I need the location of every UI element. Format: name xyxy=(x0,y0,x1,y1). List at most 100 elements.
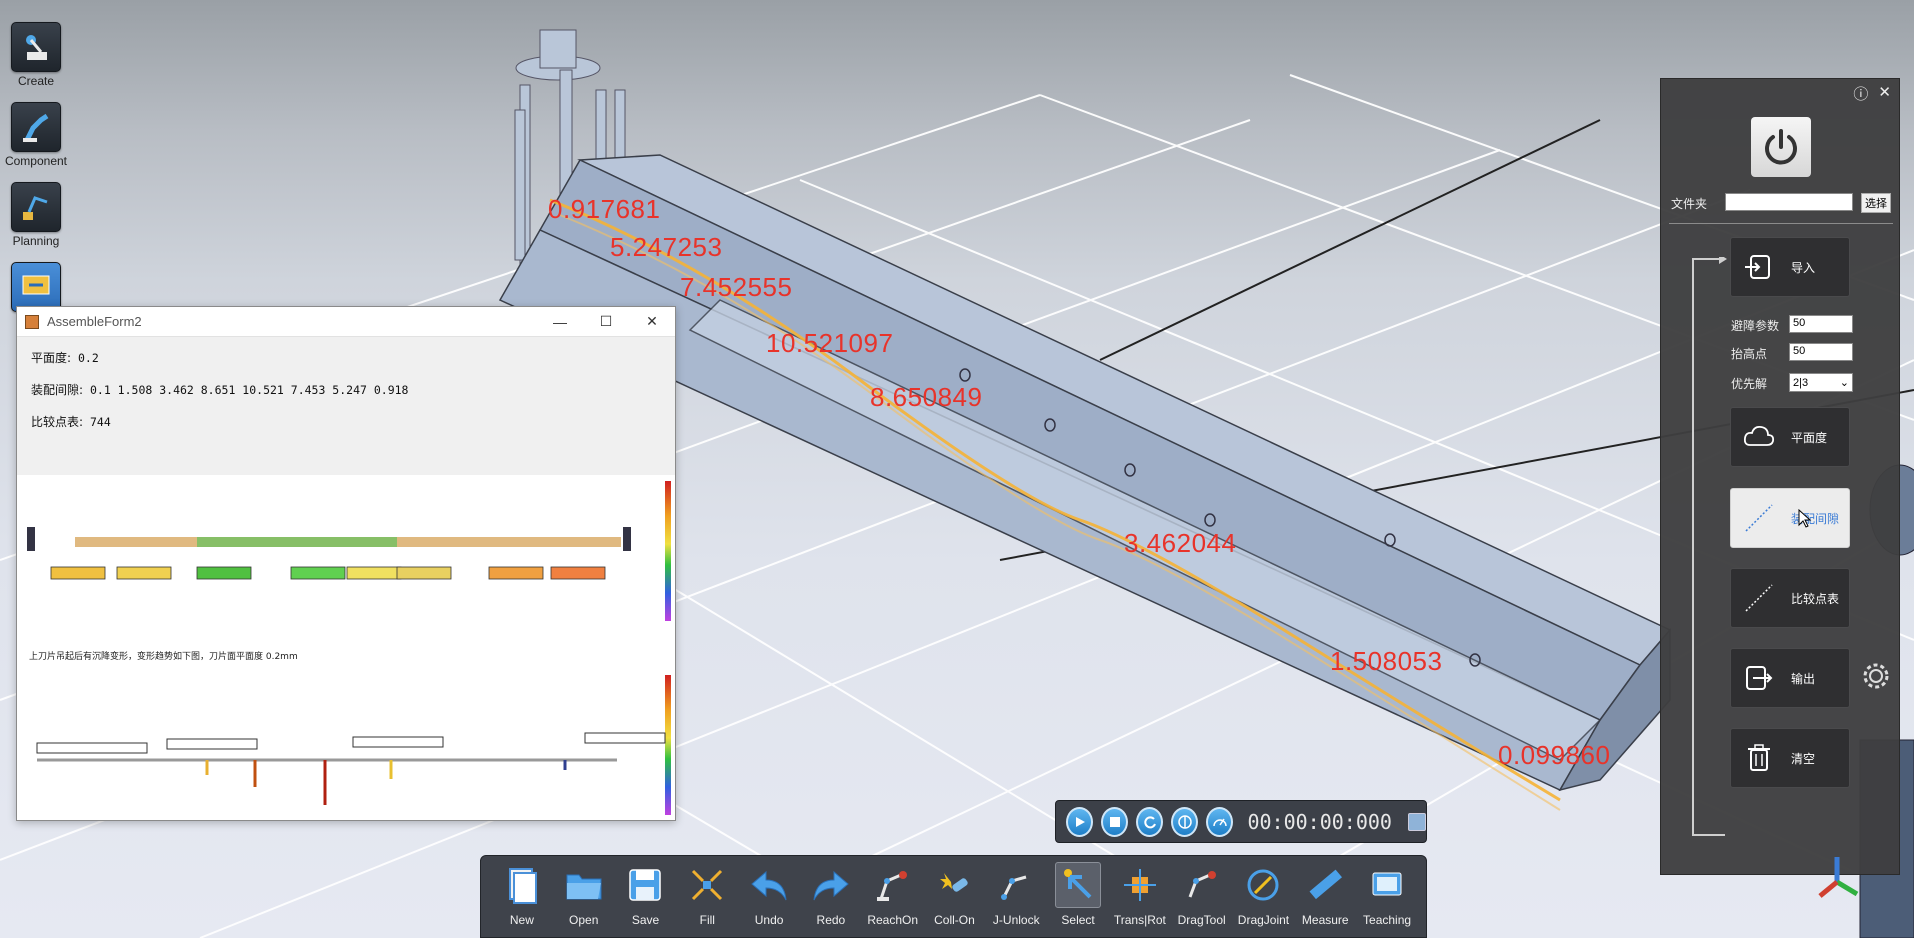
speed-button[interactable] xyxy=(1206,806,1234,837)
sidebar-item-component[interactable]: Component xyxy=(0,102,72,168)
fill-icon xyxy=(684,862,730,908)
sidebar-item-planning[interactable]: Planning xyxy=(0,182,72,248)
assembly-gap-button[interactable]: 装配间隙 xyxy=(1730,488,1850,548)
drag-tool-icon xyxy=(1179,862,1225,908)
gap-values: 0.1 1.508 3.462 8.651 10.521 7.453 5.247… xyxy=(89,383,409,397)
priority-value: 2|3 xyxy=(1793,376,1809,389)
toolbar-transrot-button[interactable]: Trans|Rot xyxy=(1109,862,1171,938)
toolbar-label: DragTool xyxy=(1177,913,1226,927)
toolbar-label: Open xyxy=(569,913,599,927)
clear-button[interactable]: 清空 xyxy=(1730,728,1850,788)
trash-icon xyxy=(1737,736,1781,780)
reset-icon xyxy=(1144,815,1156,828)
clear-label: 清空 xyxy=(1791,751,1816,766)
stop-button[interactable] xyxy=(1101,806,1129,837)
toolbar-label: DragJoint xyxy=(1237,913,1290,927)
priority-select[interactable]: 2|3 ⌄ xyxy=(1789,373,1853,392)
drag-joint-icon xyxy=(1240,862,1286,908)
toolbar-collision-button[interactable]: Coll-On xyxy=(924,862,986,938)
measure-label: 3.462044 xyxy=(1124,528,1237,558)
close-icon[interactable]: ✕ xyxy=(1878,83,1891,104)
power-icon xyxy=(1765,129,1797,165)
flatness-button[interactable]: 平面度 xyxy=(1730,407,1850,467)
toolbar-label: Undo xyxy=(754,913,784,927)
measure-label: 0.099860 xyxy=(1498,740,1611,770)
measure-label: 10.521097 xyxy=(766,328,894,358)
control-panel[interactable]: ⓘ ✕ 文件夹 选择 导入 避障参数 50 抬高点 50 优先解 2|3 ⌄ 平… xyxy=(1660,78,1900,875)
play-button[interactable] xyxy=(1066,806,1094,837)
save-icon xyxy=(622,862,668,908)
pick-folder-button[interactable]: 选择 xyxy=(1861,193,1891,213)
open-folder-icon xyxy=(561,862,607,908)
import-button[interactable]: 导入 xyxy=(1730,237,1850,297)
axis-gizmo xyxy=(1818,857,1859,898)
compare-points-button[interactable]: 比较点表 xyxy=(1730,568,1850,628)
toolbar-teaching-button[interactable]: Teaching xyxy=(1356,862,1418,938)
close-icon[interactable]: ✕ xyxy=(629,313,675,330)
flatness-label: 平面度: xyxy=(31,351,72,365)
toolbar-label: Teaching xyxy=(1363,913,1412,927)
toolbar-new-button[interactable]: New xyxy=(491,862,553,938)
toolbar-select-button[interactable]: Select xyxy=(1047,862,1109,938)
sidebar-item-label: Component xyxy=(4,154,68,168)
toolbar-label: Coll-On xyxy=(934,913,975,927)
sidebar-item-label: Planning xyxy=(12,234,60,248)
sidebar-item-exchange[interactable] xyxy=(0,262,72,312)
undo-icon xyxy=(746,862,792,908)
flatness-row: 平面度: 0.2 xyxy=(31,349,661,366)
toolbar-junlock-button[interactable]: J-Unlock xyxy=(985,862,1047,938)
toolbar-undo-button[interactable]: Undo xyxy=(738,862,800,938)
toolbar-measure-button[interactable]: Measure xyxy=(1294,862,1356,938)
measure-label: 8.650849 xyxy=(870,382,983,412)
assemble-form-window[interactable]: AssembleForm2 — ☐ ✕ 平面度: 0.2 装配间隙: 0.1 1… xyxy=(16,306,676,821)
chevron-down-icon: ⌄ xyxy=(1839,377,1849,389)
window-titlebar[interactable]: AssembleForm2 — ☐ ✕ xyxy=(17,307,675,337)
points-value: 744 xyxy=(89,415,111,429)
toolbar-label: Save xyxy=(631,913,660,927)
folder-input[interactable] xyxy=(1725,193,1853,211)
deformation-plot: 上刀片吊起后有沉降变形，变形趋势如下图，刀片面平面度 0.2mm xyxy=(17,475,675,820)
avoid-param-label: 避障参数 xyxy=(1731,319,1780,333)
minimize-icon[interactable]: — xyxy=(537,314,583,330)
toolbar-redo-button[interactable]: Redo xyxy=(800,862,862,938)
export-button[interactable]: 输出 xyxy=(1730,648,1850,708)
select-cursor-icon xyxy=(1055,862,1102,908)
measure-label: 1.508053 xyxy=(1330,646,1443,676)
lift-point-label: 抬高点 xyxy=(1731,347,1768,361)
teaching-icon xyxy=(1364,862,1410,908)
lift-point-input[interactable]: 50 xyxy=(1789,343,1853,361)
simulation-time: 00:00:00:000 xyxy=(1247,809,1392,834)
sidebar-item-create[interactable]: Create xyxy=(0,22,72,88)
play-icon xyxy=(1075,816,1085,827)
import-label: 导入 xyxy=(1791,260,1816,275)
panel-header: ⓘ ✕ xyxy=(1853,83,1891,104)
avoid-param-input[interactable]: 50 xyxy=(1789,315,1853,333)
toolbar-open-button[interactable]: Open xyxy=(553,862,615,938)
power-button[interactable] xyxy=(1751,117,1811,177)
toolbar-fill-button[interactable]: Fill xyxy=(676,862,738,938)
toolbar-label: Trans|Rot xyxy=(1113,913,1166,927)
help-icon[interactable]: ⓘ xyxy=(1853,83,1868,104)
gear-icon[interactable] xyxy=(1861,661,1891,691)
toolbar-save-button[interactable]: Save xyxy=(615,862,677,938)
main-toolbar: New Open Save Fill Undo Redo ReachOn Col… xyxy=(480,855,1427,938)
collision-icon xyxy=(931,862,977,908)
half-step-button[interactable] xyxy=(1171,806,1199,837)
toolbar-dragtool-button[interactable]: DragTool xyxy=(1171,862,1233,938)
folder-label: 文件夹 xyxy=(1671,197,1708,211)
robot-create-icon xyxy=(11,22,61,72)
compare-points-label: 比较点表 xyxy=(1791,591,1840,606)
measure-label: 5.247253 xyxy=(610,232,723,262)
result-info: 平面度: 0.2 装配间隙: 0.1 1.508 3.462 8.651 10.… xyxy=(17,337,675,475)
reset-button[interactable] xyxy=(1136,806,1164,837)
points-label: 比较点表: xyxy=(31,415,84,429)
panel-divider xyxy=(1669,223,1893,224)
plot-caption: 上刀片吊起后有沉降变形，变形趋势如下图，刀片面平面度 0.2mm xyxy=(29,652,298,662)
maximize-icon[interactable]: ☐ xyxy=(583,313,629,330)
record-icon[interactable] xyxy=(1407,812,1426,831)
redo-icon xyxy=(808,862,854,908)
toolbar-reachon-button[interactable]: ReachOn xyxy=(862,862,924,938)
new-file-icon xyxy=(499,862,545,908)
flatness-button-label: 平面度 xyxy=(1791,430,1828,445)
toolbar-dragjoint-button[interactable]: DragJoint xyxy=(1233,862,1295,938)
